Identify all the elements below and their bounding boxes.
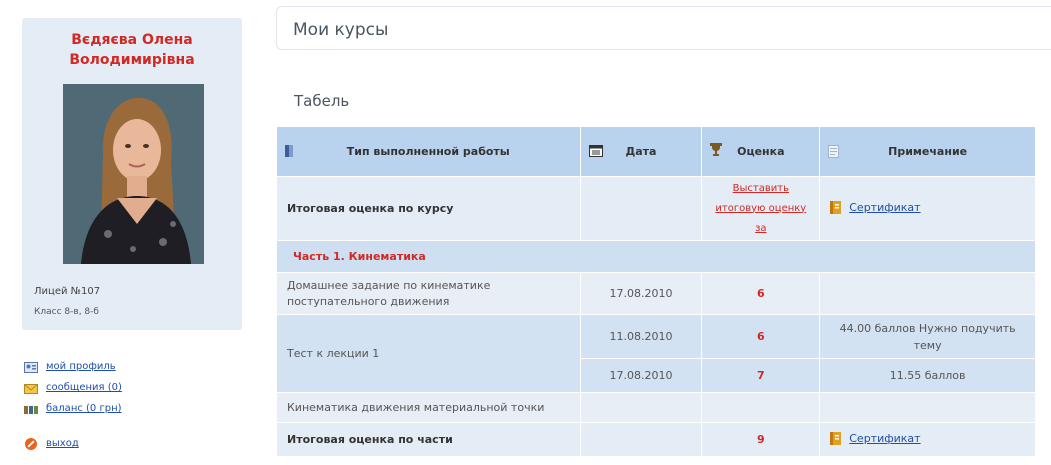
table-header-row: Тип выполненной работы Дата Оценка Приме… (276, 126, 1036, 177)
row-note: 44.00 баллов Нужно подучить тему (819, 314, 1036, 359)
header-note: Примечание (819, 126, 1036, 177)
table-row-final: Итоговая оценка по курсу Выставить итого… (276, 176, 1036, 241)
user-card-icon (24, 361, 38, 373)
header-date: Дата (579, 126, 703, 177)
table-row: Тест к лекции 1 11.08.2010 6 44.00 балло… (276, 314, 1036, 393)
part-final-date-cell (579, 422, 703, 457)
row-date: 11.08.2010 (579, 314, 703, 359)
profile-class: Класс 8-в, 8-б (34, 307, 99, 317)
row-note (819, 272, 1036, 315)
row-date (579, 392, 703, 423)
part-final-label: Итоговая оценка по части (276, 422, 581, 457)
page-title: Мои курсы (293, 20, 389, 40)
certificate-link-part[interactable]: Сертификат (830, 431, 921, 445)
final-date-cell (579, 176, 703, 241)
calendar-icon (588, 145, 603, 160)
row-grade (701, 392, 821, 423)
row-note: 11.55 баллов (819, 358, 1036, 393)
set-final-grade-line1[interactable]: Выставить (702, 179, 819, 199)
messages-link[interactable]: сообщения (0) (46, 382, 122, 393)
profile-name-line1: Вєдяєва Олена (71, 32, 193, 48)
header-grade: Оценка (701, 126, 821, 177)
part-label: Часть 1. Кинематика (276, 240, 1036, 273)
row-grade: 6 (701, 272, 821, 315)
part-final-note-cell: Сертификат (819, 422, 1036, 457)
row-date: 17.08.2010 (579, 272, 703, 315)
grades-table: Тип выполненной работы Дата Оценка Приме… (276, 126, 1036, 457)
side-links: мой профиль сообщения (0) баланс (0 грн)… (24, 356, 254, 454)
table-row-part-final: Итоговая оценка по части 9 Сертификат (276, 422, 1036, 457)
certificate-label[interactable]: Сертификат (849, 201, 920, 214)
set-final-grade-line2[interactable]: итоговую оценку (702, 199, 819, 219)
table-row-part: Часть 1. Кинематика (276, 240, 1036, 273)
wallet-icon (24, 403, 38, 415)
profile-link[interactable]: мой профиль (46, 361, 116, 372)
side-link-exit[interactable]: выход (24, 433, 254, 454)
row-grade: 6 (701, 314, 821, 359)
final-label: Итоговая оценка по курсу (276, 176, 581, 241)
exit-link[interactable]: выход (46, 438, 79, 449)
certificate-icon (830, 431, 842, 445)
no-entry-icon (24, 437, 38, 450)
certificate-icon (830, 200, 842, 214)
section-title: Табель (294, 92, 350, 110)
part-final-grade: 9 (701, 422, 821, 457)
set-final-grade-link[interactable]: Выставить итоговую оценку за (701, 176, 821, 241)
header-type: Тип выполненной работы (276, 126, 581, 177)
row-note (819, 392, 1036, 423)
side-link-messages[interactable]: сообщения (0) (24, 377, 254, 398)
profile-photo (63, 84, 204, 264)
trophy-icon (710, 142, 723, 159)
certificate-link[interactable]: Сертификат (830, 200, 921, 214)
header-note-label: Примечание (888, 145, 968, 158)
row-type: Кинематика движения материальной точки (276, 392, 581, 423)
envelope-icon (24, 382, 38, 394)
profile-school: Лицей №107 (34, 286, 101, 297)
balance-link[interactable]: баланс (0 грн) (46, 403, 122, 414)
row-type: Тест к лекции 1 (276, 314, 581, 393)
profile-name-line2: Володимирівна (69, 52, 195, 68)
header-grade-label: Оценка (737, 145, 785, 158)
document-bar-icon (285, 145, 293, 160)
row-grade: 7 (701, 358, 821, 393)
final-note-cell: Сертификат (819, 176, 1036, 241)
certificate-label[interactable]: Сертификат (849, 432, 920, 445)
table-row: Домашнее задание по кинематике поступате… (276, 272, 1036, 315)
profile-card: Вєдяєва Олена Володимирівна Лицей №107 К… (22, 18, 242, 330)
side-link-profile[interactable]: мой профиль (24, 356, 254, 377)
side-link-balance[interactable]: баланс (0 грн) (24, 398, 254, 419)
profile-name: Вєдяєва Олена Володимирівна (22, 30, 242, 70)
header-type-label: Тип выполненной работы (346, 145, 510, 158)
note-icon (828, 145, 840, 161)
table-row: Кинематика движения материальной точки (276, 392, 1036, 423)
row-type: Домашнее задание по кинематике поступате… (276, 272, 581, 315)
row-date: 17.08.2010 (579, 358, 703, 393)
page-header: Мои курсы (276, 6, 1051, 50)
header-date-label: Дата (625, 145, 657, 158)
set-final-grade-line3[interactable]: за (702, 219, 819, 239)
